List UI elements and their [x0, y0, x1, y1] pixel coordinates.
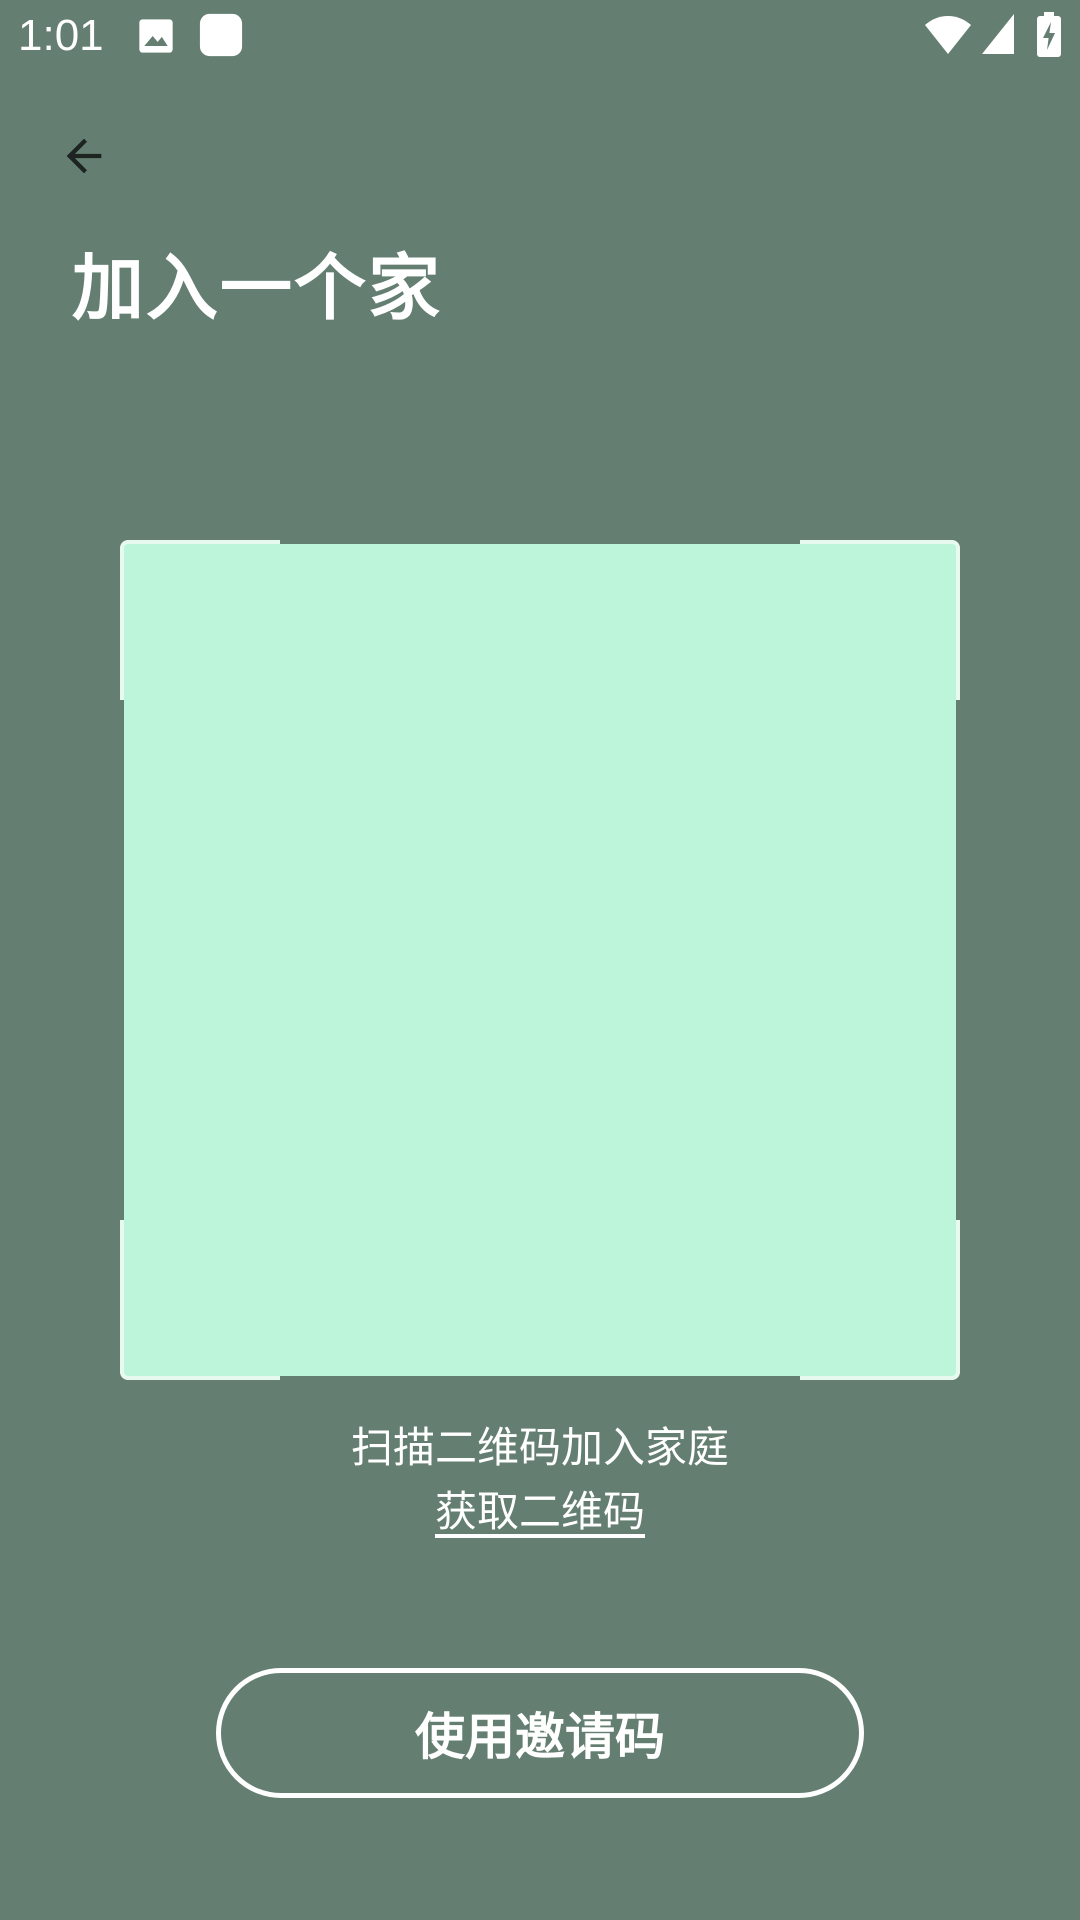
arrow-left-icon — [66, 138, 102, 174]
scanner-corner-top-left — [120, 540, 280, 700]
battery-charging-icon — [1037, 12, 1061, 57]
app-icon — [199, 13, 243, 57]
scanner-corner-bottom-right — [800, 1220, 960, 1380]
image-icon — [139, 19, 173, 53]
back-button[interactable] — [44, 116, 124, 196]
signal-icon — [982, 14, 1014, 54]
get-qr-code-link[interactable]: 获取二维码 — [435, 1487, 645, 1536]
scanner-corner-bottom-left — [120, 1220, 280, 1380]
use-invite-code-button[interactable]: 使用邀请码 — [216, 1668, 864, 1798]
page-title: 加入一个家 — [72, 246, 443, 330]
scanner-corner-top-right — [800, 540, 960, 700]
status-bar: 1:01 — [0, 0, 1080, 72]
scan-hint-text: 扫描二维码加入家庭 — [350, 1423, 729, 1472]
qr-scanner-frame — [120, 540, 960, 1380]
wifi-icon — [925, 16, 971, 54]
status-time: 1:01 — [18, 11, 104, 60]
get-qr-code-link-row: 获取二维码 — [0, 1484, 1080, 1540]
